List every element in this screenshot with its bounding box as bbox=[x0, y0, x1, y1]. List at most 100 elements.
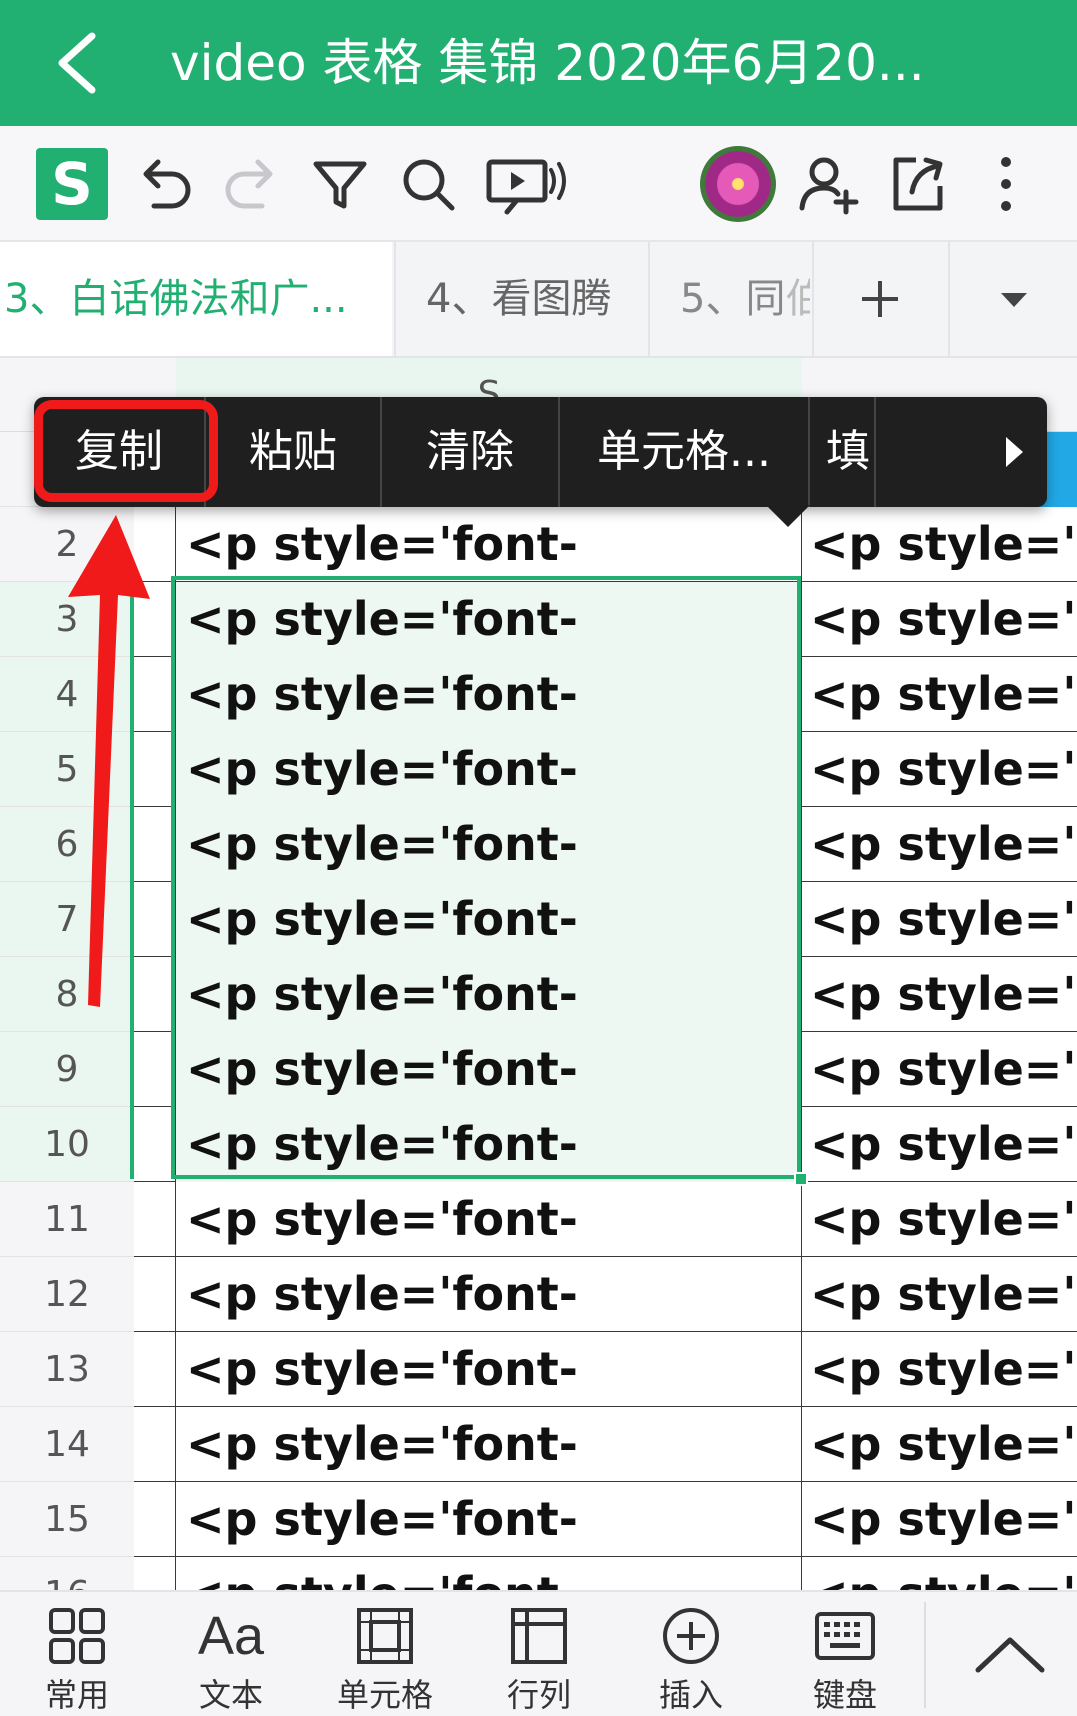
cell-t[interactable]: <p style='f bbox=[802, 1407, 1077, 1482]
cell-t[interactable]: <p style='f bbox=[802, 1182, 1077, 1257]
search-icon[interactable] bbox=[388, 144, 468, 224]
tab-sheet-3[interactable]: 3、白话佛法和广... bbox=[0, 242, 392, 356]
bottom-insert-button[interactable]: 插入 bbox=[626, 1592, 756, 1716]
title-bar: video 表格 集锦 2020年6月20... bbox=[0, 0, 1077, 126]
tab-sheet-5-label-faded: 伯 bbox=[785, 276, 810, 322]
table-row[interactable]: 7 <p style='font- <p style='f bbox=[0, 882, 1077, 957]
selection-fill-handle[interactable] bbox=[794, 1172, 808, 1186]
cell-s[interactable]: <p style='font- bbox=[176, 507, 802, 582]
undo-icon[interactable] bbox=[124, 144, 204, 224]
app-logo-icon[interactable]: S bbox=[36, 148, 108, 220]
cell-t[interactable]: <p style='f bbox=[802, 732, 1077, 807]
cell-r[interactable] bbox=[134, 1107, 176, 1182]
menu-clear[interactable]: 清除 bbox=[382, 397, 560, 507]
cell-s[interactable]: <p style='font- bbox=[176, 732, 802, 807]
cell-r[interactable] bbox=[134, 1482, 176, 1557]
cell-s[interactable]: <p style='font- bbox=[176, 657, 802, 732]
sheet-list-dropdown[interactable] bbox=[948, 242, 1077, 356]
cell-s[interactable]: <p style='font- bbox=[176, 807, 802, 882]
row-number[interactable]: 9 bbox=[0, 1032, 134, 1107]
caret-down-icon bbox=[1000, 293, 1027, 307]
cell-t[interactable]: <p style='f bbox=[802, 1332, 1077, 1407]
table-row[interactable]: 8 <p style='font- <p style='f bbox=[0, 957, 1077, 1032]
table-row[interactable]: 10 <p style='font- <p style='f bbox=[0, 1107, 1077, 1182]
menu-fill[interactable]: 填 bbox=[810, 397, 876, 507]
table-icon bbox=[511, 1608, 567, 1664]
table-row[interactable]: 12 <p style='font- <p style='f bbox=[0, 1257, 1077, 1332]
table-row[interactable]: 3 <p style='font- <p style='f bbox=[0, 582, 1077, 657]
table-row[interactable]: 5 <p style='font- <p style='f bbox=[0, 732, 1077, 807]
menu-next-icon[interactable] bbox=[984, 397, 1044, 507]
cell-t[interactable]: <p style='f bbox=[802, 957, 1077, 1032]
cell-t[interactable]: <p style='f bbox=[802, 1257, 1077, 1332]
cell-s[interactable]: <p style='font- bbox=[176, 1257, 802, 1332]
bottom-rowcol-button[interactable]: 行列 bbox=[474, 1592, 604, 1716]
read-aloud-icon[interactable] bbox=[478, 144, 578, 224]
cell-t[interactable]: <p style='f bbox=[802, 1032, 1077, 1107]
cell-t[interactable]: <p style='f bbox=[802, 657, 1077, 732]
filter-icon[interactable] bbox=[300, 144, 380, 224]
cell-t[interactable]: <p style='f bbox=[802, 582, 1077, 657]
table-row[interactable]: 15 <p style='font- <p style='f bbox=[0, 1482, 1077, 1557]
bottom-common-button[interactable]: 常用 bbox=[12, 1592, 142, 1716]
table-row[interactable]: 11 <p style='font- <p style='f bbox=[0, 1182, 1077, 1257]
sheet-tabs: 3、白话佛法和广... 4、看图腾 5、同伯 bbox=[0, 242, 1077, 358]
cell-s[interactable]: <p style='font- bbox=[176, 1332, 802, 1407]
menu-paste[interactable]: 粘贴 bbox=[206, 397, 382, 507]
menu-cell-format[interactable]: 单元格... bbox=[560, 397, 810, 507]
redo-icon[interactable] bbox=[212, 144, 292, 224]
row-number[interactable]: 11 bbox=[0, 1182, 134, 1257]
table-row[interactable]: 14 <p style='font- <p style='f bbox=[0, 1407, 1077, 1482]
add-sheet-button[interactable] bbox=[812, 242, 946, 356]
cell-r[interactable] bbox=[134, 1557, 176, 1590]
cell-s[interactable]: <p style='font- bbox=[176, 882, 802, 957]
row-number[interactable]: 10 bbox=[0, 1107, 134, 1182]
table-row[interactable]: 13 <p style='font- <p style='f bbox=[0, 1332, 1077, 1407]
table-row[interactable]: 9 <p style='font- <p style='f bbox=[0, 1032, 1077, 1107]
cell-r[interactable] bbox=[134, 1182, 176, 1257]
plus-circle-icon bbox=[663, 1608, 719, 1664]
bottom-toolbar: 常用 Aa 文本 单元格 行列 插入 键盘 bbox=[0, 1590, 1077, 1716]
spreadsheet-grid[interactable]: S 1wix 视频源代码微赞直播的2<p style='font-<p styl… bbox=[0, 358, 1077, 1590]
cell-r[interactable] bbox=[134, 1332, 176, 1407]
cell-t[interactable]: <p style='f bbox=[802, 507, 1077, 582]
row-number[interactable]: 13 bbox=[0, 1332, 134, 1407]
row-number[interactable]: 12 bbox=[0, 1257, 134, 1332]
back-arrow-icon[interactable] bbox=[50, 28, 110, 98]
row-number[interactable]: 16 bbox=[0, 1557, 134, 1590]
cell-s[interactable]: <p style='font- bbox=[176, 1032, 802, 1107]
cell-r[interactable] bbox=[134, 1407, 176, 1482]
cell-r[interactable] bbox=[134, 1257, 176, 1332]
cell-s[interactable]: <p style='font- bbox=[176, 1182, 802, 1257]
chevron-up-icon[interactable] bbox=[960, 1612, 1060, 1698]
share-icon[interactable] bbox=[878, 144, 958, 224]
user-avatar[interactable] bbox=[700, 146, 776, 222]
table-row[interactable]: 6 <p style='font- <p style='f bbox=[0, 807, 1077, 882]
bottom-keyboard-button[interactable]: 键盘 bbox=[780, 1592, 910, 1716]
cell-s[interactable]: <p style='font- bbox=[176, 1482, 802, 1557]
cell-r[interactable] bbox=[134, 1032, 176, 1107]
cell-s[interactable]: <p style='font- bbox=[176, 1557, 802, 1590]
cell-t[interactable]: <p style='f bbox=[802, 807, 1077, 882]
tab-sheet-5[interactable]: 5、同伯 bbox=[648, 242, 810, 356]
cell-s[interactable]: <p style='font- bbox=[176, 957, 802, 1032]
cell-t[interactable]: <p style='f bbox=[802, 1482, 1077, 1557]
more-vertical-icon[interactable] bbox=[966, 144, 1046, 224]
tab-sheet-4[interactable]: 4、看图腾 bbox=[394, 242, 646, 356]
add-collaborator-icon[interactable] bbox=[788, 144, 868, 224]
bottom-cell-button[interactable]: 单元格 bbox=[320, 1592, 450, 1716]
bottom-rowcol-label: 行列 bbox=[506, 1676, 571, 1714]
table-row[interactable]: 2 <p style='font- <p style='f bbox=[0, 507, 1077, 582]
row-number[interactable]: 14 bbox=[0, 1407, 134, 1482]
annotation-arrow-icon bbox=[68, 515, 150, 1007]
row-number[interactable]: 15 bbox=[0, 1482, 134, 1557]
table-row[interactable]: 16 <p style='font-<p style='f bbox=[0, 1557, 1077, 1590]
table-row[interactable]: 4 <p style='font- <p style='f bbox=[0, 657, 1077, 732]
bottom-text-button[interactable]: Aa 文本 bbox=[166, 1592, 296, 1716]
cell-t[interactable]: <p style='f bbox=[802, 1557, 1077, 1590]
cell-s[interactable]: <p style='font- bbox=[176, 582, 802, 657]
cell-s[interactable]: <p style='font- bbox=[176, 1107, 802, 1182]
cell-t[interactable]: <p style='f bbox=[802, 882, 1077, 957]
cell-t[interactable]: <p style='f bbox=[802, 1107, 1077, 1182]
cell-s[interactable]: <p style='font- bbox=[176, 1407, 802, 1482]
